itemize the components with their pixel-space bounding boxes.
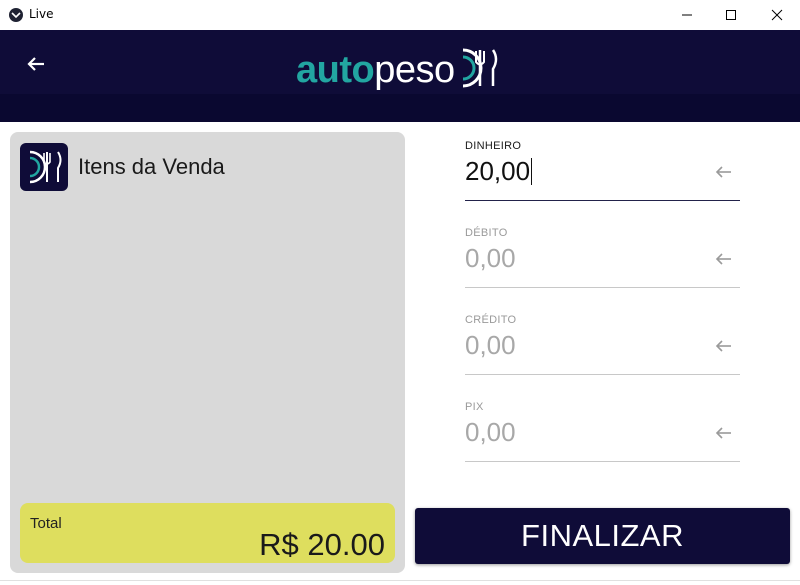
plate-fork-knife-icon: [20, 143, 68, 191]
window-title: Live: [29, 7, 54, 21]
minimize-icon: [682, 14, 692, 16]
sale-items-panel: Itens da Venda Total R$ 20.00: [10, 132, 405, 573]
debit-field[interactable]: DÉBITO 0,00: [465, 227, 740, 288]
back-button[interactable]: [22, 50, 50, 78]
credit-backspace-button[interactable]: [714, 336, 734, 356]
logo-text-auto: auto: [296, 48, 375, 91]
arrow-left-icon: [715, 427, 731, 439]
debit-backspace-button[interactable]: [714, 249, 734, 269]
total-value: R$ 20.00: [259, 527, 385, 562]
total-box: Total R$ 20.00: [20, 503, 395, 563]
app-logo-icon: [9, 8, 23, 22]
credit-input[interactable]: 0,00: [465, 330, 516, 361]
arrow-left-icon: [715, 253, 731, 265]
arrow-left-icon: [27, 57, 44, 71]
bottom-divider: [0, 580, 800, 581]
credit-field[interactable]: CRÉDITO 0,00: [465, 314, 740, 375]
close-button[interactable]: [754, 0, 800, 30]
close-icon: [771, 9, 783, 21]
minimize-button[interactable]: [664, 0, 710, 30]
cash-input[interactable]: 20,00: [465, 156, 533, 187]
pix-label: PIX: [465, 401, 484, 413]
arrow-left-icon: [715, 166, 731, 178]
pix-backspace-button[interactable]: [714, 423, 734, 443]
autopeso-logo: auto peso: [296, 44, 501, 96]
maximize-button[interactable]: [708, 0, 754, 30]
logo-text-peso: peso: [374, 48, 455, 91]
pix-field[interactable]: PIX 0,00: [465, 401, 740, 462]
debit-label: DÉBITO: [465, 227, 508, 239]
credit-label: CRÉDITO: [465, 314, 517, 326]
maximize-icon: [726, 10, 736, 20]
total-label: Total: [30, 515, 62, 532]
finalize-button[interactable]: FINALIZAR: [415, 508, 790, 564]
cash-label: DINHEIRO: [465, 140, 522, 152]
arrow-left-icon: [715, 340, 731, 352]
cash-backspace-button[interactable]: [714, 162, 734, 182]
pix-input[interactable]: 0,00: [465, 417, 516, 448]
header-subbar: [0, 94, 800, 122]
plate-fork-knife-icon: [455, 45, 501, 96]
debit-input[interactable]: 0,00: [465, 243, 516, 274]
sale-items-title: Itens da Venda: [78, 154, 225, 179]
cash-field[interactable]: DINHEIRO 20,00: [465, 140, 740, 201]
text-caret: [531, 158, 533, 185]
window-titlebar: Live: [0, 0, 800, 30]
